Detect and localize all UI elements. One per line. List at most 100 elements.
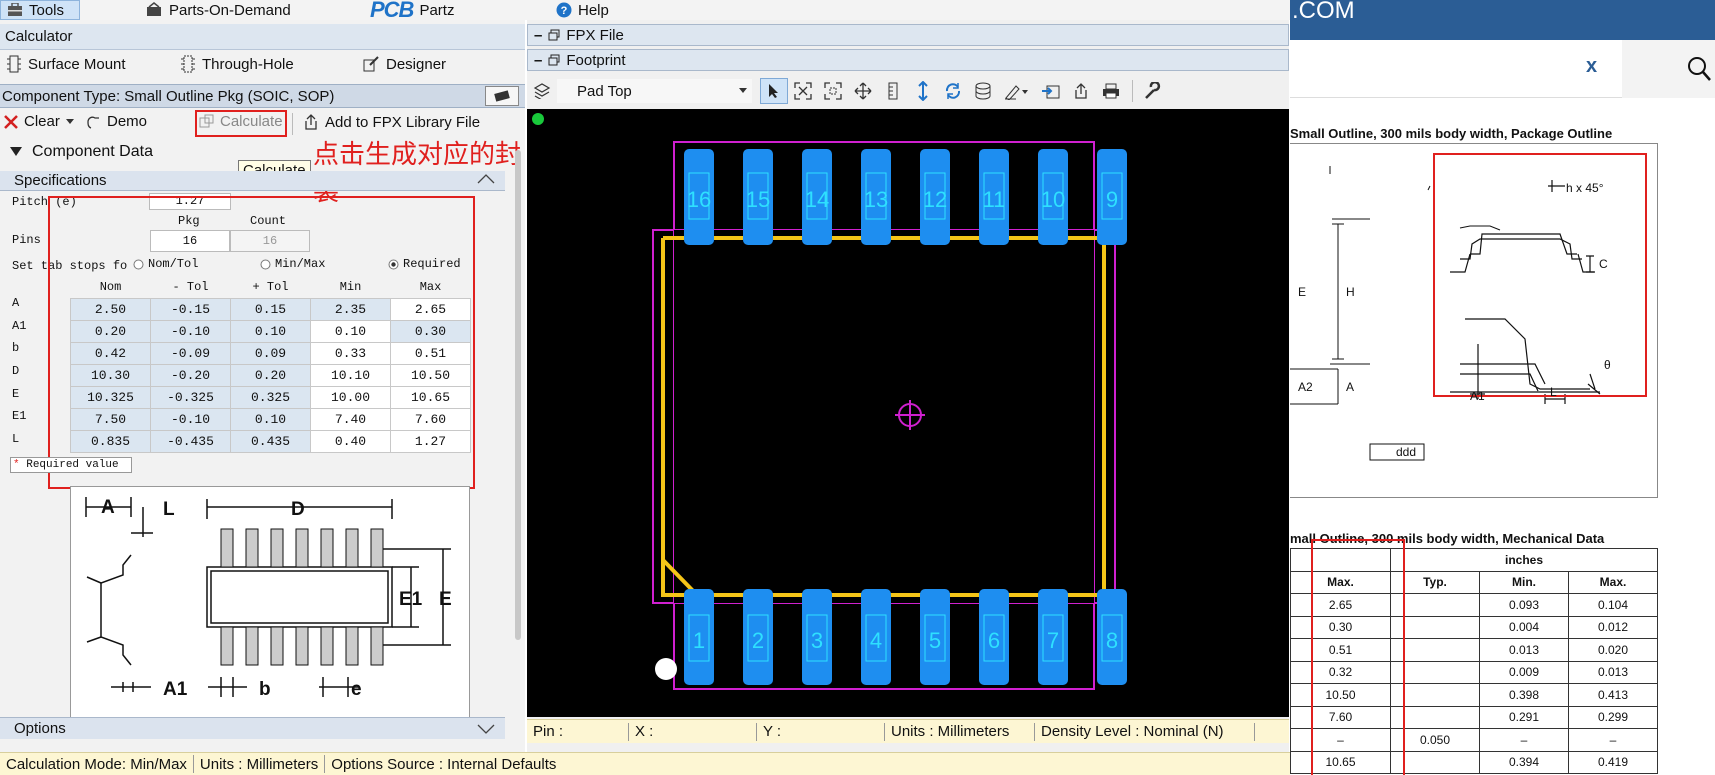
tab-surface-mount[interactable]: Surface Mount xyxy=(6,55,126,73)
status-pin: Pin : xyxy=(527,722,629,741)
label-hx45: h x 45° xyxy=(1566,181,1604,195)
table-cell: 0.009 xyxy=(1479,660,1569,684)
menu-parts-on-demand[interactable]: Parts-On-Demand xyxy=(145,0,291,20)
menu-help[interactable]: ? Help xyxy=(556,0,609,20)
demo-label: Demo xyxy=(107,113,148,130)
required-asterisk: * xyxy=(13,459,20,471)
parts-icon xyxy=(145,2,163,18)
package-outline-drawing: h x 45° C E H A2 A A1 L θ ddd xyxy=(1290,153,1647,461)
calculate-highlight-box xyxy=(195,110,287,137)
datasheet-browser: .COM x Small Outline, 300 mils body widt… xyxy=(1290,0,1715,775)
select-pointer-icon[interactable] xyxy=(760,78,788,104)
status-y: Y : xyxy=(757,722,885,741)
table-cell: 0.394 xyxy=(1479,750,1569,774)
draw-tool-icon[interactable] xyxy=(998,82,1036,100)
restore-icon[interactable] xyxy=(548,54,560,66)
tab-designer[interactable]: Designer xyxy=(362,55,446,73)
pan-icon[interactable] xyxy=(848,82,878,100)
pin-label-6: 6 xyxy=(988,628,1000,653)
surface-mount-icon xyxy=(6,55,22,73)
package-outline-figure: h x 45° C E H A2 A A1 L θ ddd xyxy=(1290,143,1658,498)
restore-icon[interactable] xyxy=(548,29,560,41)
table-cell: 0.012 xyxy=(1568,615,1658,639)
status-density: Density Level : Nominal (N) xyxy=(1035,722,1255,741)
clear-button[interactable]: Clear xyxy=(4,113,74,130)
chip-icon[interactable] xyxy=(485,86,519,106)
layer-stack-icon[interactable] xyxy=(968,82,998,100)
label-theta: θ xyxy=(1604,358,1611,372)
clear-x-icon xyxy=(4,114,18,129)
rotate-icon[interactable] xyxy=(938,82,968,100)
chevron-down-icon xyxy=(739,88,747,94)
label-a1-outline: A1 xyxy=(1470,389,1485,403)
menu-tools[interactable]: Tools xyxy=(0,0,80,20)
measure-icon[interactable] xyxy=(878,82,908,100)
outline-title: Small Outline, 300 mils body width, Pack… xyxy=(1290,126,1613,141)
label-a: A xyxy=(101,497,115,518)
import-icon[interactable] xyxy=(1036,82,1066,100)
add-to-fpx-label: Add to FPX Library File xyxy=(325,113,481,131)
row-label-b: b xyxy=(12,341,20,355)
pin-label-16: 16 xyxy=(687,187,711,212)
label-l-outline: L xyxy=(1550,385,1557,399)
table-cell: – xyxy=(1479,728,1569,752)
label-ddd: ddd xyxy=(1396,445,1416,459)
package-dimension-drawing: A L D E1 E A1 b e xyxy=(85,497,452,700)
label-a2: A2 xyxy=(1298,380,1313,394)
through-hole-icon xyxy=(180,55,196,73)
add-to-fpx-button[interactable]: Add to FPX Library File xyxy=(303,113,480,131)
table-cell: 0.104 xyxy=(1568,593,1658,617)
table-cell: 0.413 xyxy=(1568,683,1658,707)
footprint-bar[interactable]: – Footprint xyxy=(527,49,1289,71)
layer-select[interactable]: Pad Top xyxy=(557,79,752,103)
label-e1: E1 xyxy=(399,589,423,610)
print-icon[interactable] xyxy=(1096,83,1126,99)
pin-label-13: 13 xyxy=(864,187,888,212)
pin-label-7: 7 xyxy=(1047,628,1059,653)
table-cell: 0.013 xyxy=(1568,660,1658,684)
layers-icon xyxy=(533,83,551,99)
specifications-label: Specifications xyxy=(14,172,107,189)
designer-icon xyxy=(362,55,380,73)
help-icon: ? xyxy=(556,2,572,18)
zoom-extents-icon[interactable] xyxy=(788,82,818,100)
dimensions-highlight-box xyxy=(48,196,475,489)
share-icon[interactable] xyxy=(1066,82,1096,100)
logo-partz: Partz xyxy=(419,1,455,19)
tab-through-hole[interactable]: Through-Hole xyxy=(180,55,294,73)
pin-label-5: 5 xyxy=(929,628,941,653)
search-icon xyxy=(1687,56,1711,82)
options-bar[interactable]: Options xyxy=(0,717,505,739)
minimize-icon[interactable]: – xyxy=(534,27,542,44)
fpx-file-bar[interactable]: – FPX File xyxy=(527,24,1289,46)
status-calc-mode: Calculation Mode: Min/Max xyxy=(0,755,194,773)
label-l: L xyxy=(163,499,175,520)
row-label-a1: A1 xyxy=(12,319,27,333)
table-cell: 0.419 xyxy=(1568,750,1658,774)
status-options-source: Options Source : Internal Defaults xyxy=(331,755,557,773)
row-label-l: L xyxy=(12,432,20,446)
status-x: X : xyxy=(629,722,757,741)
flip-icon[interactable] xyxy=(908,81,938,101)
chevron-down-icon xyxy=(65,118,74,125)
minimize-icon[interactable]: – xyxy=(534,52,542,69)
search-button[interactable] xyxy=(1622,40,1715,98)
label-b: b xyxy=(259,679,271,700)
zoom-window-icon[interactable] xyxy=(818,82,848,100)
menu-logo[interactable]: PCB Partz xyxy=(370,0,455,21)
pins-label: Pins xyxy=(12,233,41,247)
specifications-bar[interactable]: Specifications xyxy=(0,171,505,191)
tab-surface-mount-label: Surface Mount xyxy=(28,55,126,73)
pin1-indicator xyxy=(655,658,677,680)
footprint-label: Footprint xyxy=(566,51,626,69)
search-area: x xyxy=(1290,40,1715,98)
left-scrollbar[interactable] xyxy=(515,150,521,640)
footprint-panel: – FPX File – Footprint Pad Top 16 15 14 … xyxy=(527,20,1289,755)
inches-header: inches xyxy=(1390,548,1658,572)
wrench-icon[interactable] xyxy=(1139,82,1165,100)
options-label: Options xyxy=(14,720,66,737)
clear-search-button[interactable]: x xyxy=(1586,55,1597,78)
demo-button[interactable]: Demo xyxy=(85,113,147,130)
row-label-a: A xyxy=(12,296,20,310)
footprint-canvas[interactable]: 16 15 14 13 12 11 10 9 1 2 3 4 5 6 7 8 xyxy=(527,109,1289,717)
